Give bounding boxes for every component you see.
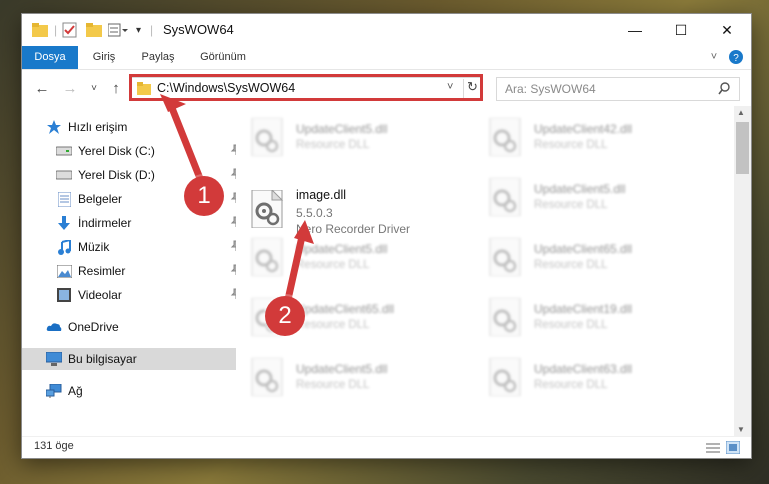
step-1-badge: 1	[184, 176, 224, 216]
annotation-arrows	[160, 94, 314, 308]
step-2-badge: 2	[265, 296, 305, 336]
